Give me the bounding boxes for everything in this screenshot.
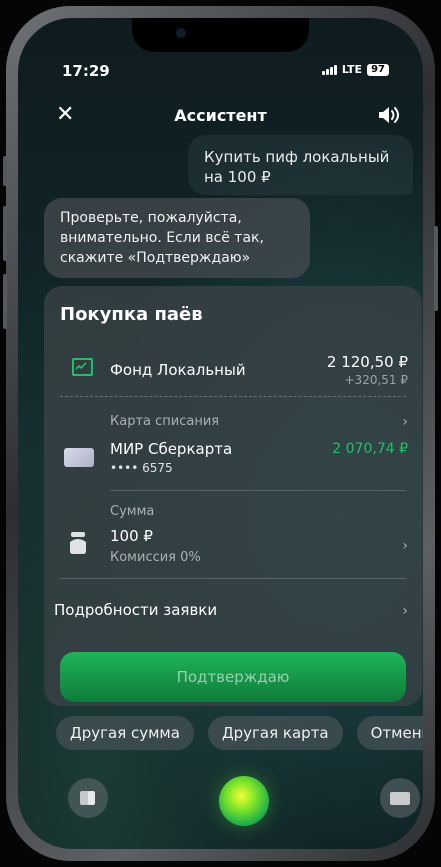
money-bag-icon: [70, 532, 86, 554]
payment-card-label: Карта списания: [110, 414, 220, 429]
chevron-right-icon[interactable]: ›: [402, 414, 408, 430]
chevron-right-icon[interactable]: ›: [402, 538, 408, 554]
battery-icon: 97: [367, 63, 389, 76]
confirm-button[interactable]: Подтверждаю: [60, 652, 406, 702]
power-button: [434, 226, 438, 311]
status-time: 17:29: [62, 62, 110, 80]
sum-label: Сумма: [110, 504, 155, 519]
payment-card-balance: 2 070,74 ₽: [332, 441, 408, 457]
assistant-orb[interactable]: [219, 776, 269, 826]
fund-row[interactable]: Фонд Локальный 2 120,50 ₽ +320,51 ₽: [44, 342, 422, 394]
sum-value[interactable]: 100 ₽: [110, 527, 153, 545]
fund-amount: 2 120,50 ₽: [326, 353, 408, 371]
cards-icon[interactable]: [68, 778, 108, 818]
payment-card-name[interactable]: МИР Сберкарта: [110, 440, 232, 458]
chip-other-amount[interactable]: Другая сумма: [56, 716, 194, 750]
divider: [60, 396, 406, 397]
status-bar-right: LTE 97: [321, 63, 389, 76]
fund-name: Фонд Локальный: [110, 361, 246, 379]
fund-delta: +320,51 ₽: [344, 373, 409, 387]
volume-down-button: [3, 274, 7, 329]
divider: [60, 578, 406, 579]
screen: 17:29 LTE 97 ✕ Ассистент Купить пиф лока…: [18, 18, 423, 849]
details-link[interactable]: Подробности заявки: [54, 601, 217, 619]
card-title: Покупка паёв: [60, 304, 203, 325]
sum-fee: Комиссия 0%: [110, 550, 201, 565]
mute-switch: [3, 156, 7, 186]
bank-card-icon: [64, 448, 94, 467]
signal-icon: [321, 64, 337, 75]
notch: [132, 18, 309, 52]
quick-replies: Другая сумма Другая карта Отменить: [56, 716, 423, 750]
divider: [110, 490, 406, 491]
user-message: Купить пиф локальный на 100 ₽: [188, 135, 413, 195]
chevron-right-icon[interactable]: ›: [402, 603, 408, 619]
network-label: LTE: [341, 63, 363, 76]
chart-icon: [72, 358, 93, 376]
keyboard-icon[interactable]: [380, 778, 420, 818]
purchase-card: Покупка паёв Фонд Локальный 2 120,50 ₽ +…: [44, 286, 422, 706]
chip-other-card[interactable]: Другая карта: [207, 716, 343, 750]
volume-up-button: [3, 206, 7, 261]
chip-cancel[interactable]: Отменить: [356, 716, 423, 750]
phone-frame: 17:29 LTE 97 ✕ Ассистент Купить пиф лока…: [3, 6, 438, 861]
page-title: Ассистент: [174, 106, 267, 125]
speaker-icon[interactable]: [377, 104, 401, 126]
assistant-message: Проверьте, пожалуйста, внимательно. Если…: [44, 198, 310, 278]
camera-icon: [176, 28, 186, 38]
payment-card-number: •••• 6575: [110, 461, 173, 475]
